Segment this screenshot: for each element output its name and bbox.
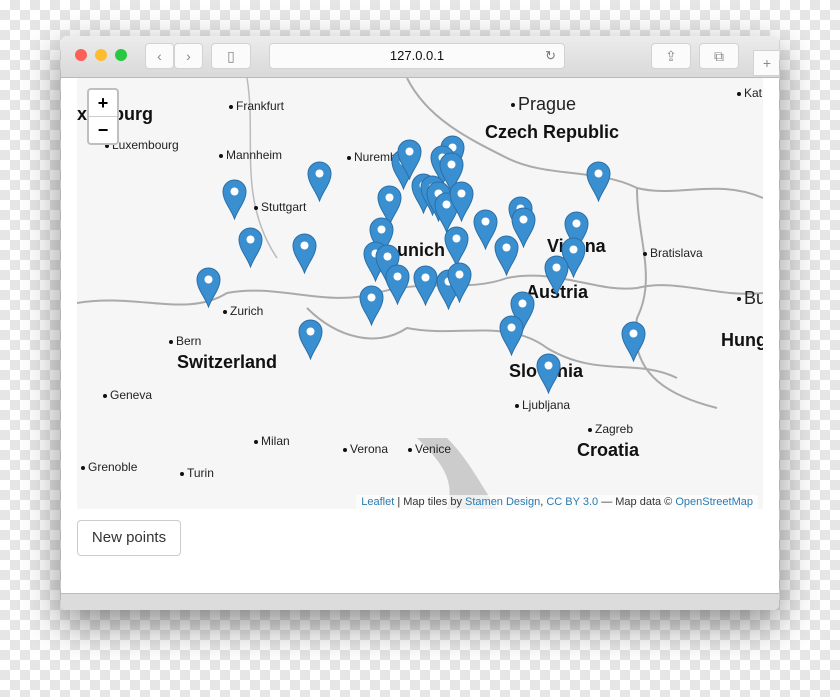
city-label: Venice [408, 442, 451, 456]
share-icon[interactable]: ⇪ [651, 43, 691, 69]
status-bar [61, 593, 779, 610]
city-label: Mannheim [219, 148, 282, 162]
reload-icon[interactable]: ↻ [545, 44, 556, 68]
map-marker-icon[interactable] [444, 226, 469, 268]
city-label: Verona [343, 442, 388, 456]
city-label: Stuttgart [254, 200, 306, 214]
zoom-control: + − [87, 88, 119, 145]
city-label: Bu [737, 288, 763, 309]
cc-link[interactable]: CC BY 3.0 [546, 496, 598, 508]
city-label: Ljubljana [515, 398, 570, 412]
close-button[interactable] [75, 49, 87, 61]
city-label: Frankfurt [229, 99, 284, 113]
osm-link[interactable]: OpenStreetMap [675, 496, 753, 508]
country-label: Czech Republic [485, 122, 620, 142]
map-marker-icon[interactable] [544, 255, 569, 297]
city-label: Milan [254, 434, 290, 448]
map-marker-icon[interactable] [536, 353, 561, 395]
map-marker-icon[interactable] [586, 161, 611, 203]
leaflet-link[interactable]: Leaflet [361, 496, 394, 508]
map-marker-icon[interactable] [307, 161, 332, 203]
city-label: Bratislava [643, 246, 703, 260]
new-points-button[interactable]: New points [77, 520, 181, 556]
attribution: Leaflet | Map tiles by Stamen Design, CC… [356, 495, 758, 509]
zoom-in-button[interactable]: + [89, 90, 117, 117]
city-label: Grenoble [81, 460, 137, 474]
map-marker-icon[interactable] [222, 179, 247, 221]
map-marker-icon[interactable] [385, 264, 410, 306]
stamen-link[interactable]: Stamen Design [465, 496, 540, 508]
city-label: Zagreb [588, 422, 633, 436]
sidebar-icon[interactable]: ▯ [211, 43, 251, 69]
map-marker-icon[interactable] [238, 227, 263, 269]
city-label: Turin [180, 466, 214, 480]
map-marker-icon[interactable] [499, 315, 524, 357]
address-bar[interactable]: 127.0.0.1 ↻ [269, 43, 565, 69]
map-marker-icon[interactable] [413, 265, 438, 307]
map-marker-icon[interactable] [298, 319, 323, 361]
attribution-text: — Map data © [598, 496, 676, 508]
browser-window: ‹ › ▯ 127.0.0.1 ↻ ⇪ ⧉ + Frankfurt Luxembou… [61, 36, 779, 610]
map-marker-icon[interactable] [447, 262, 472, 304]
country-label: Switzerland [177, 352, 278, 372]
map-marker-icon[interactable] [494, 235, 519, 277]
map-marker-icon[interactable] [196, 267, 221, 309]
back-icon[interactable]: ‹ [145, 43, 174, 69]
map-marker-icon[interactable] [359, 285, 384, 327]
toolbar: ‹ › ▯ 127.0.0.1 ↻ ⇪ ⧉ + [61, 36, 779, 78]
city-label: Zurich [223, 304, 263, 318]
minimize-button[interactable] [95, 49, 107, 61]
city-label: Bern [169, 334, 201, 348]
city-label: Prague [511, 94, 576, 115]
url-text: 127.0.0.1 [389, 48, 445, 63]
tabs-icon[interactable]: ⧉ [699, 43, 739, 69]
map[interactable]: Frankfurt Luxembourg Mannheim Nuremberg Stut… [77, 78, 763, 509]
country-label: unich [397, 240, 445, 260]
forward-icon[interactable]: › [174, 43, 203, 69]
map-marker-icon[interactable] [449, 181, 474, 223]
map-marker-icon[interactable] [292, 233, 317, 275]
map-marker-icon[interactable] [621, 321, 646, 363]
country-label: Croatia [577, 440, 640, 460]
city-label: Kat [737, 86, 762, 100]
zoom-out-button[interactable]: − [89, 117, 117, 143]
maximize-button[interactable] [115, 49, 127, 61]
country-label: Hung [721, 330, 763, 350]
new-tab-icon[interactable]: + [753, 50, 779, 76]
attribution-text: | Map tiles by [394, 496, 466, 508]
city-label: Geneva [103, 388, 152, 402]
